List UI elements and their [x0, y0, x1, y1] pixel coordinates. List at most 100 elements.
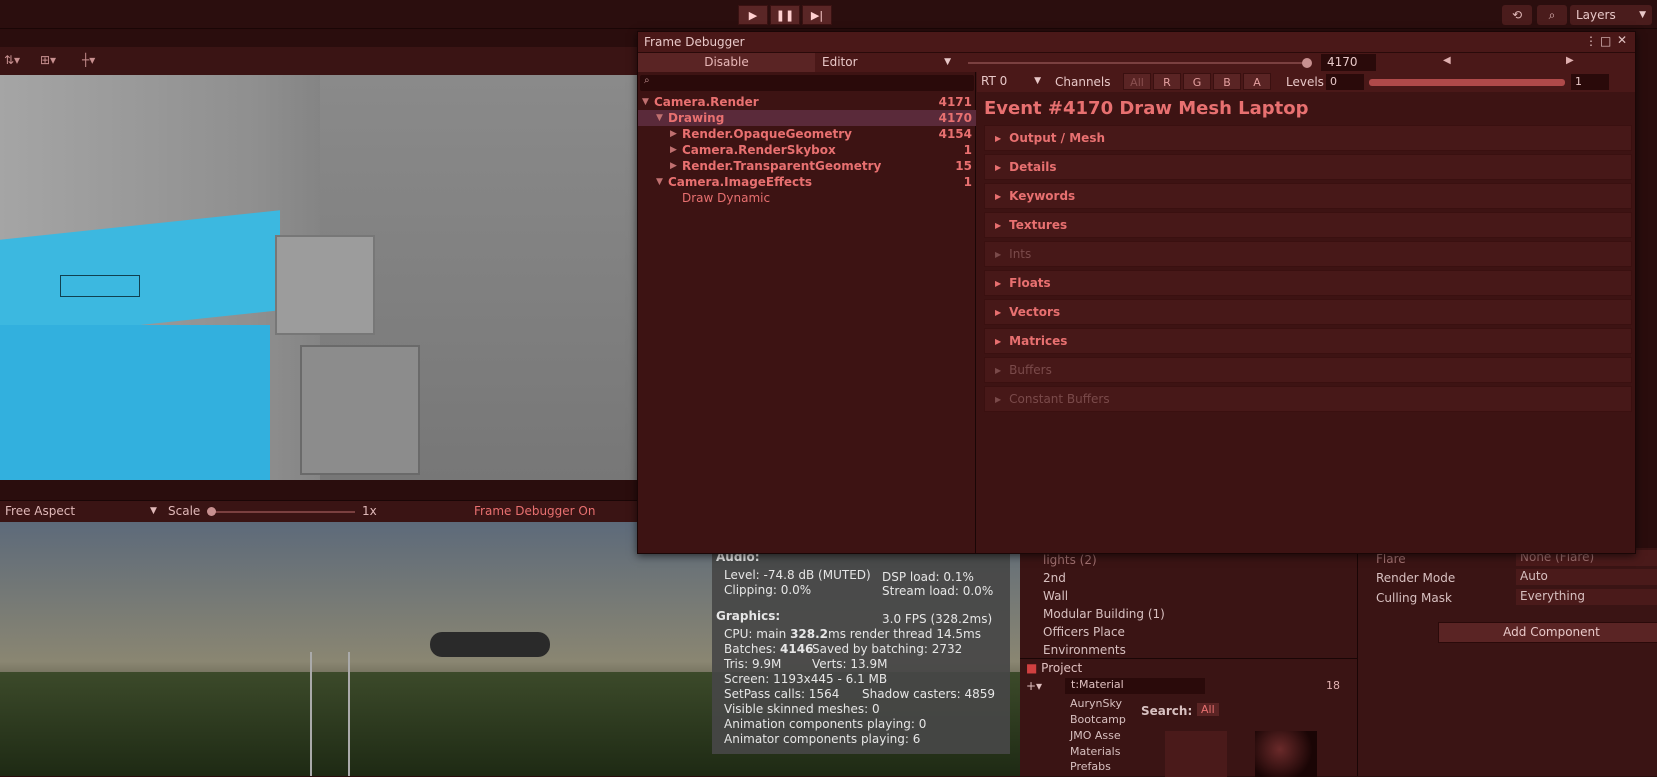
visible-skinned-meshes: Visible skinned meshes: 0	[724, 702, 880, 716]
cpu-main: 328.2	[790, 627, 829, 641]
section-output-mesh[interactable]: ▶ Output / Mesh	[984, 125, 1632, 151]
step-button[interactable]: ▶|	[802, 5, 832, 25]
section-textures[interactable]: ▶ Textures	[984, 212, 1632, 238]
history-button[interactable]: ⟲	[1502, 5, 1532, 25]
grid-snap-icon[interactable]: ⊞▾	[40, 53, 56, 67]
scale-slider-handle[interactable]	[207, 507, 216, 516]
game-helicopter	[430, 632, 550, 657]
stream-load: Stream load: 0.0%	[882, 584, 994, 598]
verts: Verts: 13.9M	[812, 657, 888, 671]
render-target-dropdown[interactable]: RT 0 ▼	[981, 74, 1043, 90]
section-label: Constant Buffers	[1009, 392, 1110, 406]
layers-dropdown[interactable]: Layers ▼	[1570, 5, 1652, 25]
section-label: Vectors	[1009, 305, 1061, 319]
batches-value: 4146	[780, 642, 814, 656]
aspect-dropdown[interactable]: Free Aspect ▼	[5, 504, 157, 518]
section-floats[interactable]: ▶ Floats	[984, 270, 1632, 296]
scene-view[interactable]	[0, 75, 640, 480]
tree-label: Drawing	[668, 111, 725, 125]
search-icon: ⌕	[644, 75, 650, 86]
more-options-icon[interactable]: ⋮	[1585, 34, 1597, 48]
section-label: Floats	[1009, 276, 1051, 290]
channel-all-button[interactable]: All	[1123, 73, 1151, 90]
section-label: Ints	[1009, 247, 1032, 261]
levels-range-slider[interactable]	[1369, 79, 1565, 86]
tree-row-camera-render[interactable]: ▼ Camera.Render 4171	[638, 94, 976, 110]
event-index-field[interactable]: 4170	[1321, 54, 1376, 71]
material-thumbnail[interactable]	[1255, 731, 1317, 777]
previous-event-button[interactable]: ◀	[1443, 55, 1451, 66]
project-search-input[interactable]: t:Material	[1065, 678, 1205, 694]
expand-arrow-icon: ▼	[656, 113, 663, 123]
hierarchy-item[interactable]: lights (2)	[1043, 553, 1097, 567]
hidden-count[interactable]: 18	[1326, 679, 1340, 692]
channel-b-button[interactable]: B	[1213, 73, 1241, 90]
project-tab[interactable]: ■ Project	[1026, 661, 1082, 675]
folder-icon: ■	[1026, 661, 1038, 675]
screen: Screen: 1193x445 - 6.1 MB	[724, 672, 888, 686]
maximize-icon[interactable]: □	[1600, 34, 1611, 48]
levels-label: Levels	[1286, 75, 1324, 89]
section-label: Matrices	[1009, 334, 1068, 348]
step-icon: ▶|	[810, 8, 824, 22]
culling-mask-dropdown[interactable]: Everything	[1516, 589, 1657, 605]
channel-r-button[interactable]: R	[1153, 73, 1181, 90]
increment-snap-icon[interactable]: ┼▾	[82, 53, 95, 67]
section-vectors[interactable]: ▶ Vectors	[984, 299, 1632, 325]
channel-g-button[interactable]: G	[1183, 73, 1211, 90]
cpu-suffix: ms render thread 14.5ms	[828, 627, 982, 641]
project-folder[interactable]: Bootcamp	[1070, 713, 1126, 726]
event-slider[interactable]	[968, 62, 1308, 64]
section-keywords[interactable]: ▶ Keywords	[984, 183, 1632, 209]
section-label: Keywords	[1009, 189, 1076, 203]
material-thumbnail[interactable]	[1165, 731, 1227, 777]
chevron-down-icon: ▼	[1034, 76, 1041, 86]
pause-button[interactable]: ❚❚	[770, 5, 800, 25]
frame-debugger-title: Frame Debugger	[644, 35, 745, 49]
play-icon: ▶	[748, 8, 758, 22]
levels-min-field[interactable]: 0	[1326, 74, 1364, 90]
disable-button[interactable]: Disable	[638, 53, 815, 72]
levels-max-field[interactable]: 1	[1571, 74, 1609, 90]
chevron-down-icon: ▼	[150, 506, 157, 516]
tree-search-input[interactable]: ⌕	[640, 75, 974, 91]
tree-row-image-effects[interactable]: ▼ Camera.ImageEffects 1	[638, 174, 976, 190]
next-event-button[interactable]: ▶	[1566, 55, 1574, 66]
chevron-down-icon: ▼	[944, 57, 951, 67]
event-slider-handle[interactable]	[1302, 58, 1312, 68]
transform-tool-icon[interactable]: ⇅▾	[4, 53, 20, 67]
close-icon[interactable]: ✕	[1617, 33, 1627, 47]
search-scope-dropdown[interactable]: All	[1197, 703, 1219, 716]
scale-slider[interactable]	[210, 511, 355, 513]
section-details[interactable]: ▶ Details	[984, 154, 1632, 180]
tree-row-render-skybox[interactable]: ▶ Camera.RenderSkybox 1	[638, 142, 976, 158]
hierarchy-item[interactable]: Modular Building (1)	[1043, 607, 1165, 621]
project-folder[interactable]: Materials	[1070, 745, 1120, 758]
hierarchy-item[interactable]: Officers Place	[1043, 625, 1125, 639]
search-button[interactable]: ⌕	[1537, 5, 1567, 25]
create-button[interactable]: +▾	[1026, 679, 1042, 693]
target-label: Editor	[822, 55, 858, 69]
target-dropdown[interactable]: Editor ▼	[817, 53, 957, 72]
render-target-label: RT 0	[981, 74, 1008, 88]
tree-row-transparent-geometry[interactable]: ▶ Render.TransparentGeometry 15	[638, 158, 976, 174]
batches: Batches: 4146	[724, 642, 813, 656]
project-folder[interactable]: Prefabs	[1070, 760, 1111, 773]
hierarchy-item[interactable]: Environments	[1043, 643, 1126, 657]
cpu-prefix: CPU: main	[724, 627, 791, 641]
inspector-panel: Flare None (Flare) Render Mode Auto Cull…	[1357, 548, 1657, 776]
tree-row-draw-dynamic[interactable]: Draw Dynamic	[638, 190, 976, 206]
project-folder[interactable]: AurynSky	[1070, 697, 1122, 710]
hierarchy-item[interactable]: 2nd	[1043, 571, 1066, 585]
tree-row-opaque-geometry[interactable]: ▶ Render.OpaqueGeometry 4154	[638, 126, 976, 142]
add-component-button[interactable]: Add Component	[1438, 622, 1657, 643]
tree-label: Draw Dynamic	[682, 191, 771, 205]
render-mode-dropdown[interactable]: Auto	[1516, 569, 1657, 585]
collapsed-arrow-icon: ▶	[995, 134, 1002, 143]
section-matrices[interactable]: ▶ Matrices	[984, 328, 1632, 354]
channel-a-button[interactable]: A	[1243, 73, 1271, 90]
play-button[interactable]: ▶	[738, 5, 768, 25]
project-folder[interactable]: JMO Asse	[1070, 729, 1121, 742]
tree-row-drawing[interactable]: ▼ Drawing 4170	[638, 110, 976, 126]
hierarchy-item[interactable]: Wall	[1043, 589, 1068, 603]
